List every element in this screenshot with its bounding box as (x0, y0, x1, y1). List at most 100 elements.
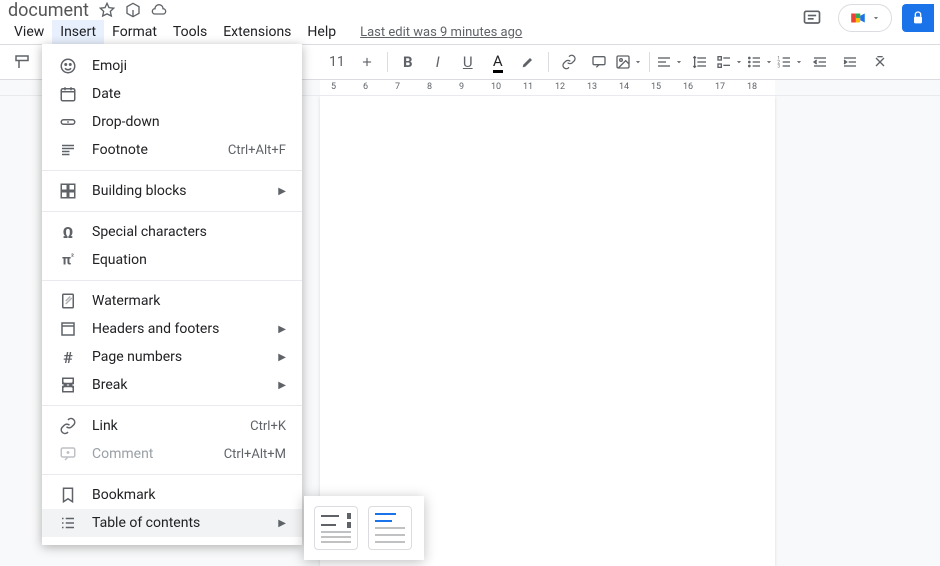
menu-item-drop-down[interactable]: Drop-down (42, 108, 302, 136)
align-icon[interactable] (656, 48, 684, 76)
menu-item-emoji[interactable]: Emoji (42, 52, 302, 80)
submenu-arrow-icon: ▶ (278, 186, 286, 197)
link-icon (58, 416, 78, 436)
numbered-list-icon[interactable]: 123 (776, 48, 804, 76)
menu-item-watermark[interactable]: Watermark (42, 287, 302, 315)
menu-item-bookmark[interactable]: Bookmark (42, 481, 302, 509)
menu-item-label: Page numbers (92, 349, 182, 365)
shortcut: Ctrl+K (250, 419, 286, 434)
menu-item-table-of-contents[interactable]: Table of contents ▶ (42, 509, 302, 537)
submenu-arrow-icon: ▶ (278, 380, 286, 391)
ruler-tick: 11 (523, 82, 533, 92)
line-spacing-icon[interactable] (686, 48, 714, 76)
menu-extensions[interactable]: Extensions (215, 20, 299, 44)
cloud-icon[interactable] (149, 0, 169, 20)
clear-formatting-icon[interactable] (866, 48, 894, 76)
ruler-tick: 7 (395, 82, 400, 92)
menu-item-date[interactable]: Date (42, 80, 302, 108)
emoji-icon (58, 56, 78, 76)
menu-item-label: Table of contents (92, 515, 200, 531)
ruler-tick: 15 (651, 82, 661, 92)
image-icon[interactable] (615, 48, 643, 76)
indent-decrease-icon[interactable] (806, 48, 834, 76)
menu-item-special-characters[interactable]: Ω Special characters (42, 218, 302, 246)
ruler-tick: 17 (715, 82, 725, 92)
submenu-arrow-icon: ▶ (278, 324, 286, 335)
star-icon[interactable] (97, 0, 117, 20)
menu-item-label: Equation (92, 252, 147, 268)
bold-icon[interactable]: B (394, 48, 422, 76)
menu-item-label: Headers and footers (92, 321, 219, 337)
blocks-icon (58, 181, 78, 201)
ruler-tick: 14 (619, 82, 629, 92)
footnote-icon (58, 140, 78, 160)
menu-item-headers-and-footers[interactable]: Headers and footers ▶ (42, 315, 302, 343)
text-color-icon[interactable]: A (484, 48, 512, 76)
highlight-icon[interactable] (514, 48, 542, 76)
separator (548, 52, 549, 72)
last-edit-link[interactable]: Last edit was 9 minutes ago (360, 25, 522, 40)
svg-text:3: 3 (777, 63, 780, 69)
ruler-tick: 5 (331, 82, 336, 92)
menu-item-label: Date (92, 86, 121, 102)
ruler-tick: 18 (747, 82, 757, 92)
ruler-tick: 12 (555, 82, 565, 92)
separator (42, 474, 302, 475)
ruler-tick: 13 (587, 82, 597, 92)
menu-help[interactable]: Help (299, 20, 344, 44)
menu-item-label: Link (92, 418, 118, 434)
indent-increase-icon[interactable] (836, 48, 864, 76)
underline-icon[interactable]: U (454, 48, 482, 76)
menu-item-label: Emoji (92, 58, 127, 74)
menu-tools[interactable]: Tools (165, 20, 215, 44)
menu-item-label: Drop-down (92, 114, 160, 130)
move-icon[interactable] (123, 0, 143, 20)
separator (42, 280, 302, 281)
shortcut: Ctrl+Alt+F (228, 143, 286, 158)
doc-title[interactable]: document (8, 0, 89, 21)
menu-item-label: Watermark (92, 293, 160, 309)
italic-icon[interactable]: I (424, 48, 452, 76)
checklist-icon[interactable] (716, 48, 744, 76)
menu-item-label: Building blocks (92, 183, 187, 199)
font-size-input[interactable]: 11 (323, 48, 351, 76)
insert-menu-dropdown: Emoji Date Drop-down FootnoteCtrl+Alt+F Buil… (42, 44, 302, 545)
menu-view[interactable]: View (6, 20, 52, 44)
date-icon (58, 84, 78, 104)
bulleted-list-icon[interactable] (746, 48, 774, 76)
break-icon (58, 375, 78, 395)
menu-insert[interactable]: Insert (52, 20, 104, 44)
link-icon[interactable] (555, 48, 583, 76)
title-bar: document (0, 0, 940, 20)
comment-icon[interactable] (585, 48, 613, 76)
ruler-tick: 9 (459, 82, 464, 92)
bookmark-icon (58, 485, 78, 505)
menu-item-equation[interactable]: π²Equation (42, 246, 302, 274)
menu-item-footnote[interactable]: FootnoteCtrl+Alt+F (42, 136, 302, 164)
toc-submenu (304, 496, 424, 560)
submenu-arrow-icon: ▶ (278, 352, 286, 363)
headers-icon (58, 319, 78, 339)
menu-item-label: Special characters (92, 224, 207, 240)
menu-format[interactable]: Format (104, 20, 165, 44)
menu-item-link[interactable]: Link Ctrl+K (42, 412, 302, 440)
toc-with-numbers[interactable] (314, 506, 358, 550)
separator (42, 405, 302, 406)
menu-item-break[interactable]: Break▶ (42, 371, 302, 399)
omega-icon: Ω (58, 222, 78, 242)
separator (387, 52, 388, 72)
submenu-arrow-icon: ▶ (278, 518, 286, 529)
print-format-icon[interactable] (8, 48, 36, 76)
watermark-icon (58, 291, 78, 311)
menu-item-label: Bookmark (92, 487, 156, 503)
ruler-tick: 6 (363, 82, 368, 92)
ruler-tick: 16 (683, 82, 693, 92)
separator (649, 52, 650, 72)
dropdown-icon (58, 112, 78, 132)
toc-icon (58, 513, 78, 533)
menu-item-page-numbers[interactable]: #Page numbers▶ (42, 343, 302, 371)
font-size-increase-icon[interactable] (353, 48, 381, 76)
toc-with-links[interactable] (368, 506, 412, 550)
separator (42, 170, 302, 171)
menu-item-building-blocks[interactable]: Building blocks ▶ (42, 177, 302, 205)
